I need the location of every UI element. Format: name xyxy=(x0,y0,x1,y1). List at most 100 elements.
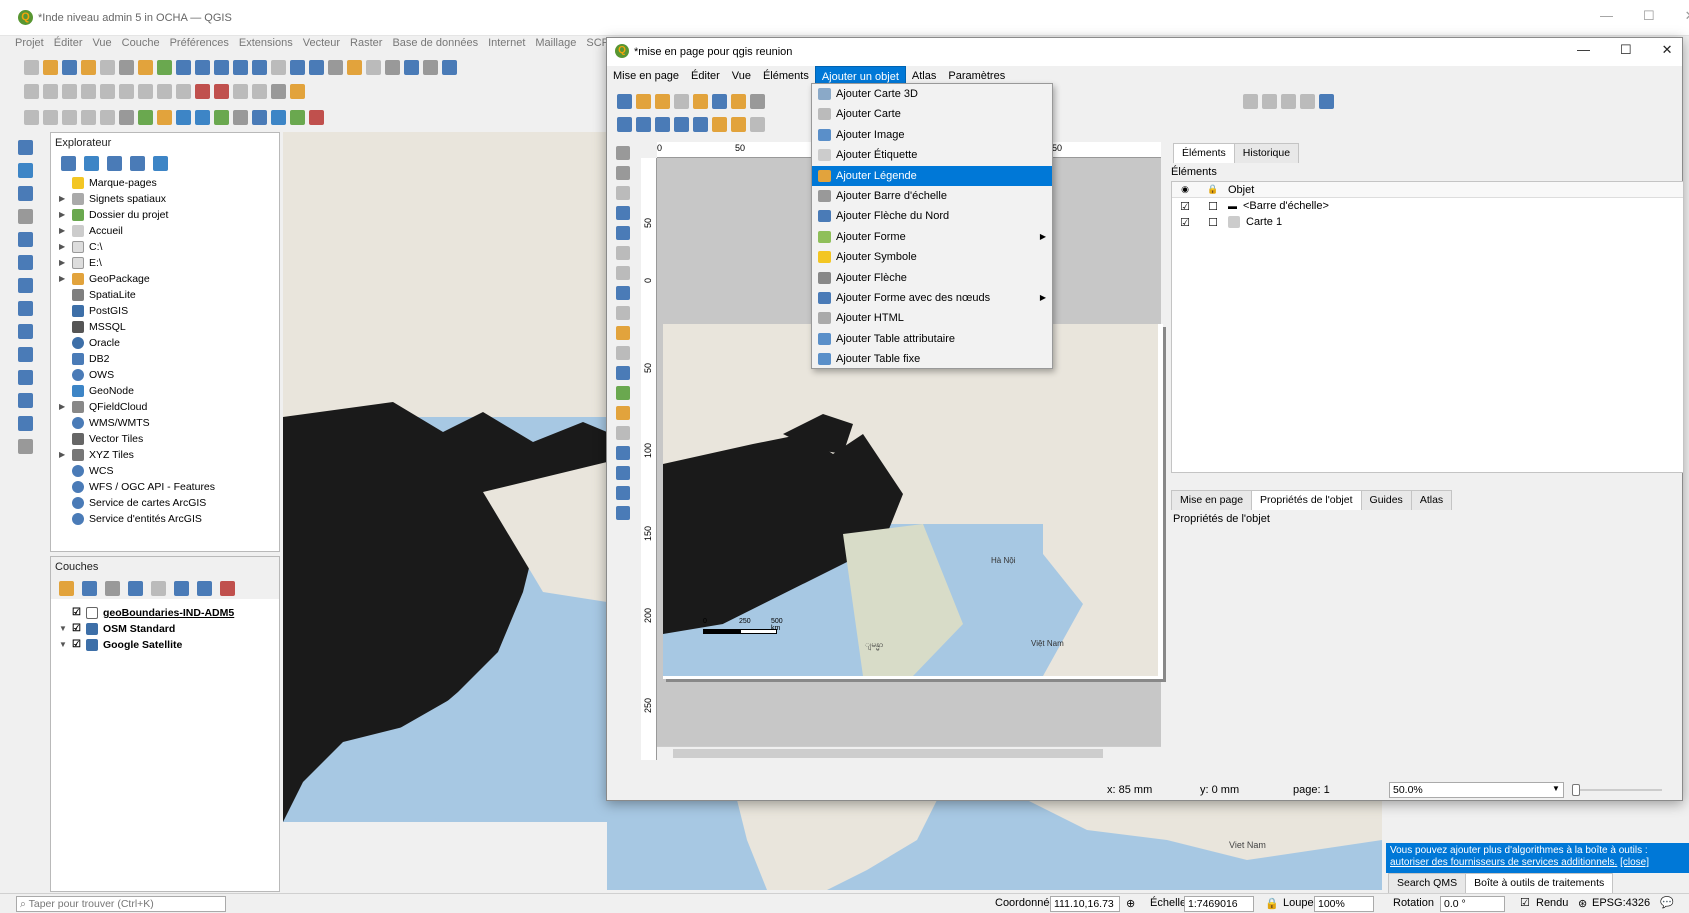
atlas-print-icon[interactable] xyxy=(1319,93,1334,109)
temporal-icon[interactable] xyxy=(385,59,400,75)
layer-item[interactable]: ▼ ☑ OSM Standard xyxy=(59,621,279,637)
menu-item-add-fixed-table[interactable]: Ajouter Table fixe xyxy=(812,349,1052,369)
menu-item-add-arrow[interactable]: Ajouter Flèche xyxy=(812,268,1052,288)
layout-map-item[interactable]: Hà Nội Việt Nam ျမန္မာ 0 250 500 km xyxy=(663,324,1158,676)
add-feature-icon[interactable] xyxy=(81,83,96,99)
layout-manager-icon[interactable] xyxy=(674,93,689,109)
scale-field[interactable]: 1:7469016 xyxy=(1184,896,1254,912)
tree-item[interactable]: PostGIS xyxy=(59,303,279,319)
magnifier-field[interactable]: 100% xyxy=(1314,896,1374,912)
copy-icon[interactable] xyxy=(157,83,172,99)
maximize-icon[interactable]: ☐ xyxy=(1620,42,1632,58)
add-marker-icon[interactable] xyxy=(616,406,630,420)
add-spatialite-icon[interactable] xyxy=(18,255,33,270)
element-row[interactable]: ☑ ☐ ▬ <Barre d'échelle> xyxy=(1172,198,1683,214)
tab-item-properties[interactable]: Propriétés de l'objet xyxy=(1251,490,1362,510)
tree-item[interactable]: Marque-pages xyxy=(59,175,279,191)
refresh-icon[interactable] xyxy=(84,155,99,171)
maximize-icon[interactable]: ☐ xyxy=(1643,8,1655,24)
checkbox-checked-icon[interactable]: ☑ xyxy=(72,605,81,621)
zoom-in-icon[interactable] xyxy=(176,59,191,75)
menu-elements[interactable]: Éléments xyxy=(757,66,815,86)
collapse-all-icon[interactable] xyxy=(130,155,145,171)
field-calculator-icon[interactable] xyxy=(81,109,96,125)
bookmark-icon[interactable] xyxy=(347,59,362,75)
menu-vecteur[interactable]: Vecteur xyxy=(298,33,345,53)
lock-checkbox-icon[interactable]: ☐ xyxy=(1198,200,1228,213)
visibility-checkbox-icon[interactable]: ☑ xyxy=(1172,200,1198,213)
zoom-full-icon[interactable] xyxy=(674,116,689,132)
atlas-first-icon[interactable] xyxy=(1262,93,1277,109)
python-console-icon[interactable] xyxy=(138,109,153,125)
layout-page[interactable]: Hà Nội Việt Nam ျမန္မာ 0 250 500 km xyxy=(663,324,1163,679)
main-map-canvas[interactable] xyxy=(283,132,607,822)
scp-tool-5-icon[interactable] xyxy=(233,109,248,125)
statistics-icon[interactable] xyxy=(100,109,115,125)
filter-legend-icon[interactable] xyxy=(128,580,143,596)
chevron-down-icon[interactable]: ▼ xyxy=(1552,784,1560,793)
close-icon[interactable]: ✕ xyxy=(1685,8,1689,24)
atlas-next-icon[interactable] xyxy=(1300,93,1315,109)
label-show-icon[interactable] xyxy=(233,83,248,99)
print-icon[interactable] xyxy=(731,93,746,109)
add-node-shape-icon[interactable] xyxy=(616,446,630,460)
menu-item-add-marker[interactable]: Ajouter Symbole xyxy=(812,247,1052,267)
tab-atlas[interactable]: Atlas xyxy=(1410,490,1453,510)
pan-icon[interactable] xyxy=(138,59,153,75)
identify-icon[interactable] xyxy=(423,59,438,75)
zoom-in-icon[interactable] xyxy=(617,116,632,132)
duplicate-layout-icon[interactable] xyxy=(655,93,670,109)
save-project-icon[interactable] xyxy=(62,59,77,75)
tree-item[interactable]: Service de cartes ArcGIS xyxy=(59,495,279,511)
lock-items-icon[interactable] xyxy=(731,116,746,132)
minimize-icon[interactable]: — xyxy=(1577,42,1590,58)
zoom-last-icon[interactable] xyxy=(290,59,305,75)
filter-expression-icon[interactable] xyxy=(151,580,166,596)
pan-to-selection-icon[interactable] xyxy=(157,59,172,75)
tree-item[interactable]: WCS xyxy=(59,463,279,479)
manage-visibility-icon[interactable] xyxy=(105,580,120,596)
menu-item-add-map-3d[interactable]: Ajouter Carte 3D xyxy=(812,84,1052,104)
save-template-icon[interactable] xyxy=(712,93,727,109)
save-layout-icon[interactable] xyxy=(617,93,632,109)
select-move-icon[interactable] xyxy=(616,186,630,200)
coord-field[interactable]: 111.10,16.73 xyxy=(1050,896,1120,912)
add-group-icon[interactable] xyxy=(82,580,97,596)
scrollbar-thumb[interactable] xyxy=(673,749,1103,758)
filter-icon[interactable] xyxy=(107,155,122,171)
new-layout-icon[interactable] xyxy=(636,93,651,109)
add-html-icon[interactable] xyxy=(616,466,630,480)
select-value-icon[interactable] xyxy=(43,109,58,125)
notice-close-link[interactable]: [close] xyxy=(1620,857,1649,868)
tree-item[interactable]: ▶ QFieldCloud xyxy=(59,399,279,415)
tab-layout[interactable]: Mise en page xyxy=(1171,490,1253,510)
menu-editer[interactable]: Éditer xyxy=(49,33,88,53)
attribute-table-icon[interactable] xyxy=(442,59,457,75)
add-legend-icon[interactable] xyxy=(616,326,630,340)
zoom-full-icon[interactable] xyxy=(214,59,229,75)
warning-icon[interactable] xyxy=(290,83,305,99)
new-layout-icon[interactable] xyxy=(81,59,96,75)
menu-item-add-north-arrow[interactable]: Ajouter Flèche du Nord xyxy=(812,206,1052,226)
add-pg-icon[interactable] xyxy=(18,232,33,247)
menu-raster[interactable]: Raster xyxy=(345,33,387,53)
render-checkbox-icon[interactable]: ☑ xyxy=(1520,896,1530,909)
crs-button[interactable]: EPSG:4326 xyxy=(1592,897,1650,909)
scp-tool-1-icon[interactable] xyxy=(157,109,172,125)
tree-item[interactable]: Service d'entités ArcGIS xyxy=(59,511,279,527)
menu-couche[interactable]: Couche xyxy=(117,33,165,53)
add-delimited-icon[interactable] xyxy=(18,209,33,224)
paste-icon[interactable] xyxy=(176,83,191,99)
add-mesh-icon[interactable] xyxy=(18,186,33,201)
locator-search-input[interactable]: ⌕ Taper pour trouver (Ctrl+K) xyxy=(16,896,226,912)
minimize-icon[interactable]: — xyxy=(1600,8,1613,24)
raise-icon[interactable] xyxy=(750,116,765,132)
atlas-preview-icon[interactable] xyxy=(1243,93,1258,109)
add-xyz-icon[interactable] xyxy=(18,347,33,362)
menu-projet[interactable]: Projet xyxy=(10,33,49,53)
edit-nodes-icon[interactable] xyxy=(616,226,630,240)
add-selected-icon[interactable] xyxy=(61,155,76,171)
tree-item[interactable]: GeoNode xyxy=(59,383,279,399)
menu-editer[interactable]: Éditer xyxy=(685,66,726,86)
menu-preferences[interactable]: Préférences xyxy=(165,33,234,53)
